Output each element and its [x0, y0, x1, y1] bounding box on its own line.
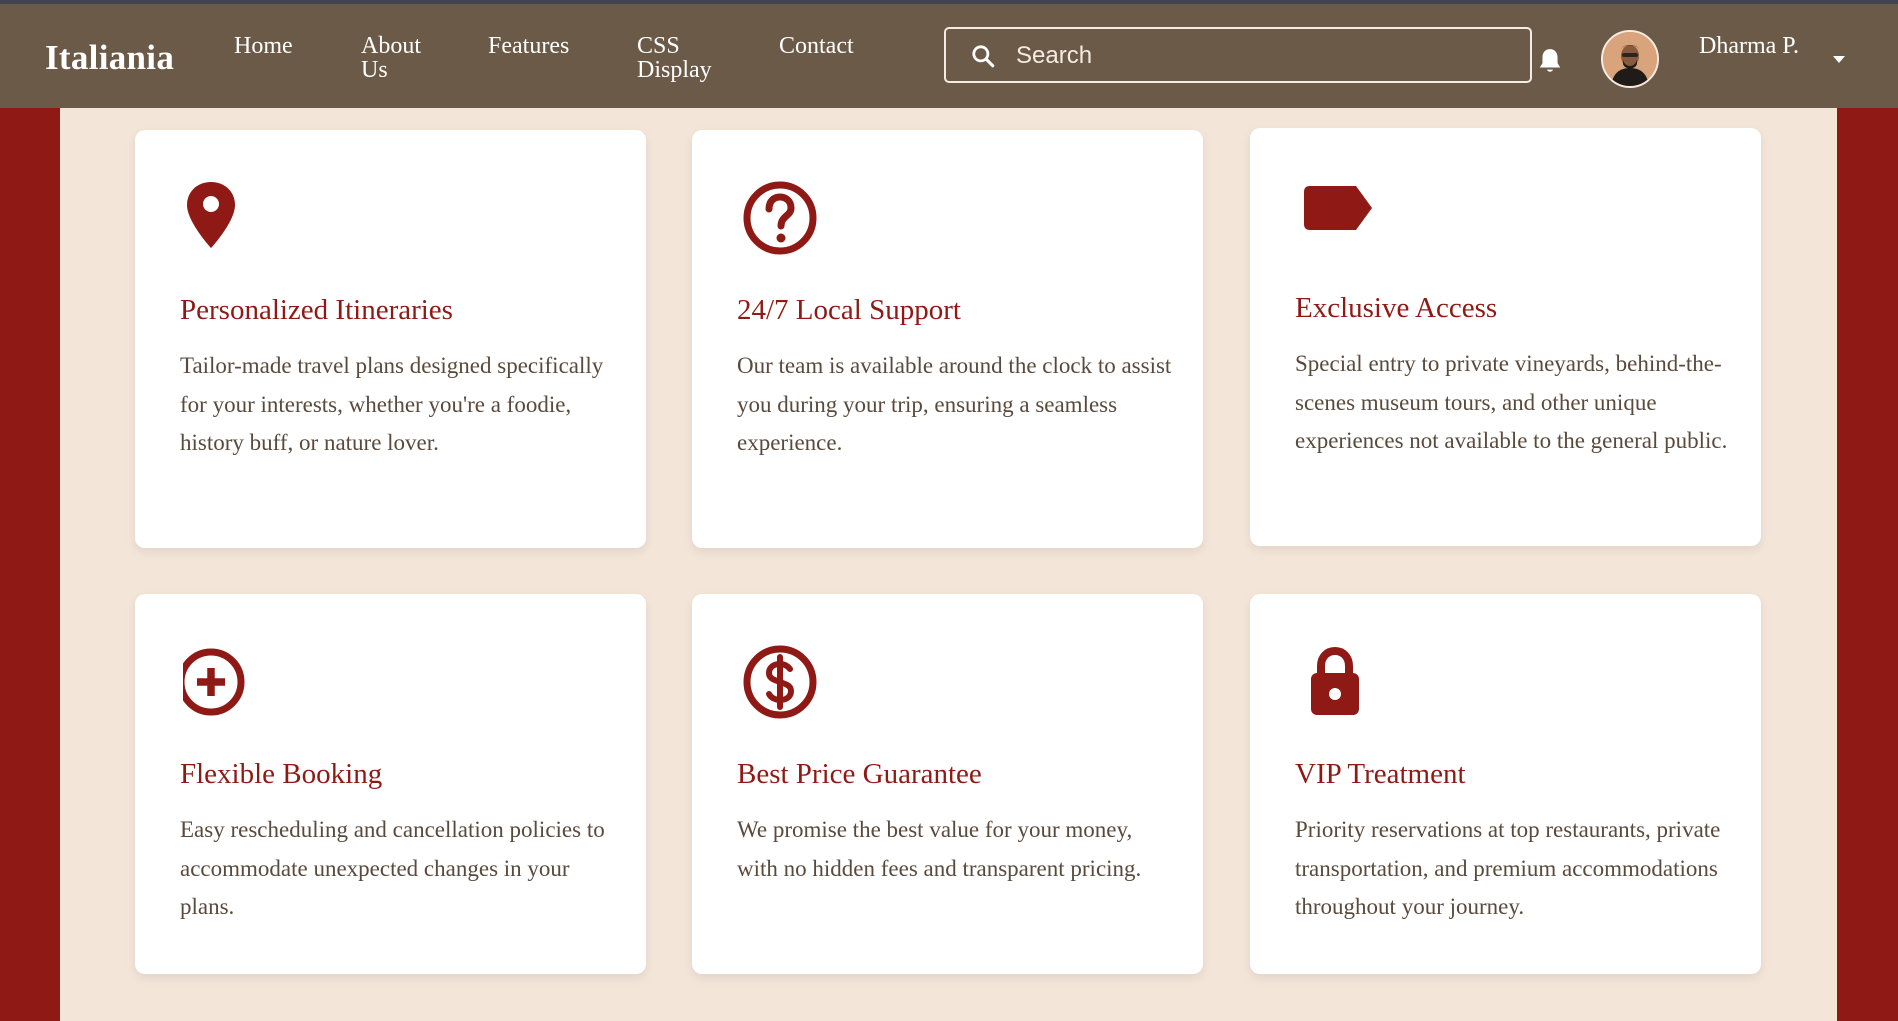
search-icon	[972, 45, 995, 68]
feature-card: VIP Treatment Priority reservations at t…	[1250, 594, 1761, 974]
chevron-down-icon[interactable]	[1831, 52, 1847, 66]
tag-icon	[1304, 186, 1372, 230]
bell-icon[interactable]	[1537, 47, 1563, 75]
brand-logo[interactable]: Italiania	[45, 38, 174, 78]
feature-title: Personalized Itineraries	[180, 294, 453, 326]
lock-icon	[1311, 646, 1359, 715]
feature-card: Best Price Guarantee We promise the best…	[692, 594, 1203, 974]
nav-link-about-us[interactable]: About Us	[361, 34, 451, 82]
question-circle-icon	[743, 181, 817, 255]
search-box[interactable]	[944, 27, 1532, 83]
nav-link-features[interactable]: Features	[488, 34, 569, 58]
feature-card: Flexible Booking Easy rescheduling and c…	[135, 594, 646, 974]
feature-description: Priority reservations at top restaurants…	[1295, 817, 1721, 919]
feature-description: Our team is available around the clock t…	[737, 353, 1172, 455]
feature-card: Exclusive Access Special entry to privat…	[1250, 128, 1761, 546]
feature-title: Best Price Guarantee	[737, 758, 982, 790]
feature-card: Personalized Itineraries Tailor-made tra…	[135, 130, 646, 548]
feature-title: VIP Treatment	[1295, 758, 1466, 790]
nav-link-home[interactable]: Home	[234, 34, 293, 58]
feature-description: Special entry to private vineyards, behi…	[1295, 351, 1728, 453]
map-pin-icon	[187, 182, 235, 248]
feature-title: 24/7 Local Support	[737, 294, 961, 326]
feature-title: Exclusive Access	[1295, 292, 1498, 324]
nav-link-contact[interactable]: Contact	[779, 34, 854, 58]
avatar[interactable]	[1601, 30, 1659, 88]
feature-description: We promise the best value for your money…	[737, 817, 1142, 881]
feature-description: Easy rescheduling and cancellation polic…	[180, 817, 605, 919]
plus-circle-icon	[183, 648, 245, 716]
search-input[interactable]	[1014, 29, 1518, 83]
feature-card: 24/7 Local Support Our team is available…	[692, 130, 1203, 548]
feature-title: Flexible Booking	[180, 758, 383, 790]
dollar-circle-icon	[743, 645, 817, 719]
features-section: Personalized Itineraries Tailor-made tra…	[60, 108, 1837, 1021]
nav-link-css-display[interactable]: CSS Display	[637, 34, 727, 82]
user-name[interactable]: Dharma P.	[1699, 34, 1799, 58]
navbar: Italiania Home About Us Features CSS Dis…	[0, 4, 1898, 108]
avatar-icon	[1603, 32, 1657, 86]
feature-description: Tailor-made travel plans designed specif…	[180, 353, 604, 455]
